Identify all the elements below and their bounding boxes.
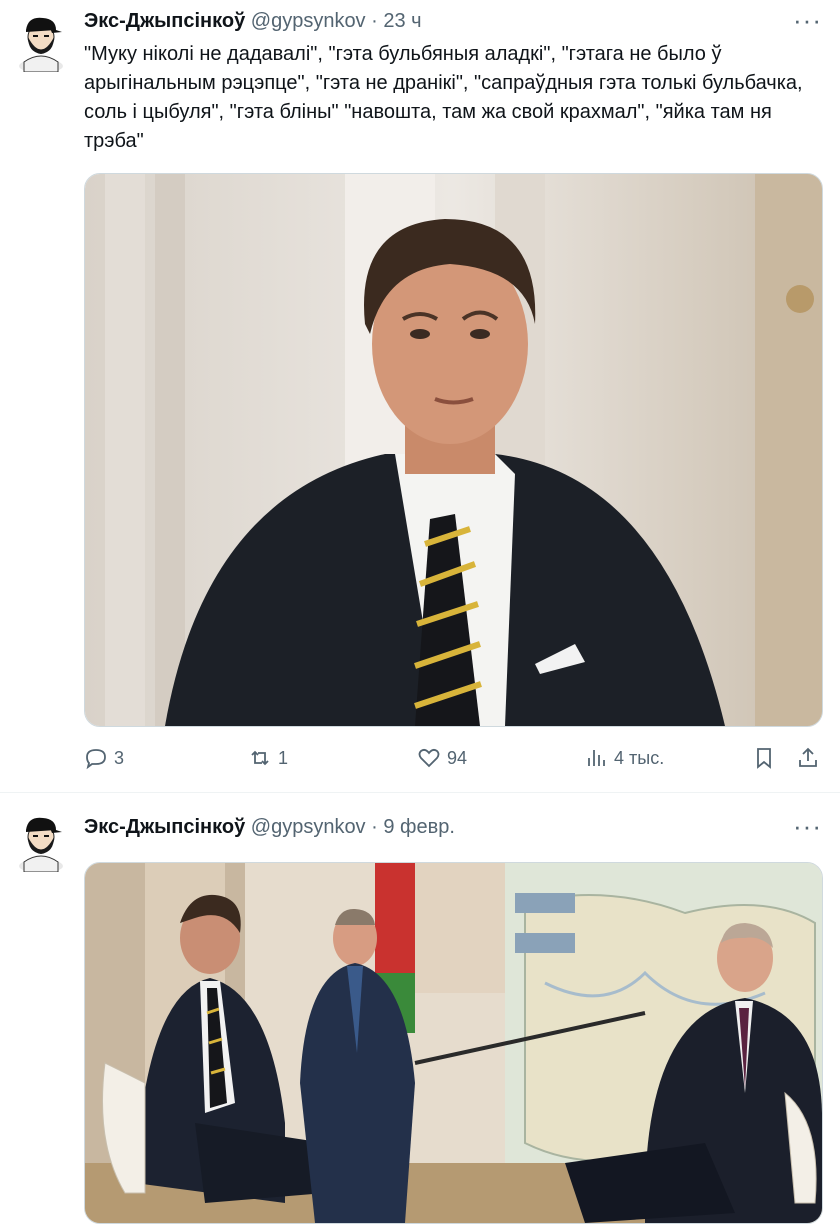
- more-options-button[interactable]: ···: [793, 813, 822, 839]
- tweet-header: Экс-Джыпсінкоў @gypsynkov · 23 ч: [84, 8, 422, 34]
- author-avatar[interactable]: [10, 810, 72, 872]
- photo-three-men-map-room-icon: [85, 863, 822, 1223]
- tweet-text: "Муку ніколі не дадавалі", "гэта бульбян…: [84, 43, 803, 152]
- photo-man-in-suit-striped-tie-icon: [85, 174, 822, 726]
- bookmark-icon: [757, 748, 771, 769]
- more-options-button[interactable]: ···: [793, 7, 822, 33]
- tweet-header: Экс-Джыпсінкоў @gypsynkov · 9 февр.: [84, 814, 455, 840]
- repost-icon: [251, 750, 269, 766]
- timestamp[interactable]: 9 февр.: [383, 816, 455, 838]
- like-count: 94: [447, 748, 468, 768]
- separator-dot: ·: [371, 10, 378, 32]
- tweet-2[interactable]: Экс-Джыпсінкоў @gypsynkov · 9 февр. ···: [0, 800, 840, 1231]
- author-name[interactable]: Экс-Джыпсінкоў: [84, 10, 245, 32]
- repost-count: 1: [278, 748, 289, 768]
- share-icon: [799, 747, 817, 767]
- tweet-media[interactable]: [84, 862, 823, 1224]
- timestamp[interactable]: 23 ч: [383, 10, 421, 32]
- views-button[interactable]: 4 тыс.: [584, 746, 664, 770]
- heart-icon: [418, 748, 440, 768]
- tweet-actions: 3 1 94 4 тыс.: [84, 746, 824, 776]
- avatar-bearded-man-cap-icon: [19, 17, 63, 72]
- tweet-1[interactable]: Экс-Джыпсінкоў @gypsynkov · 23 ч ··· "Му…: [0, 0, 840, 790]
- reply-icon: [86, 749, 106, 770]
- views-icon: [588, 750, 605, 766]
- bookmark-button[interactable]: [752, 746, 782, 770]
- like-button[interactable]: 94: [417, 746, 467, 770]
- author-avatar[interactable]: [10, 10, 72, 72]
- author-handle[interactable]: @gypsynkov: [251, 816, 366, 838]
- repost-button[interactable]: 1: [248, 746, 288, 770]
- reply-count: 3: [114, 748, 125, 768]
- author-name[interactable]: Экс-Джыпсінкоў: [84, 816, 245, 838]
- author-handle[interactable]: @gypsynkov: [251, 10, 366, 32]
- share-button[interactable]: [796, 746, 826, 770]
- views-count: 4 тыс.: [614, 748, 665, 768]
- reply-button[interactable]: 3: [84, 746, 124, 770]
- separator-dot: ·: [371, 816, 378, 838]
- avatar-bearded-man-cap-icon: [19, 817, 63, 872]
- tweet-divider: [0, 792, 840, 793]
- tweet-media[interactable]: [84, 173, 823, 727]
